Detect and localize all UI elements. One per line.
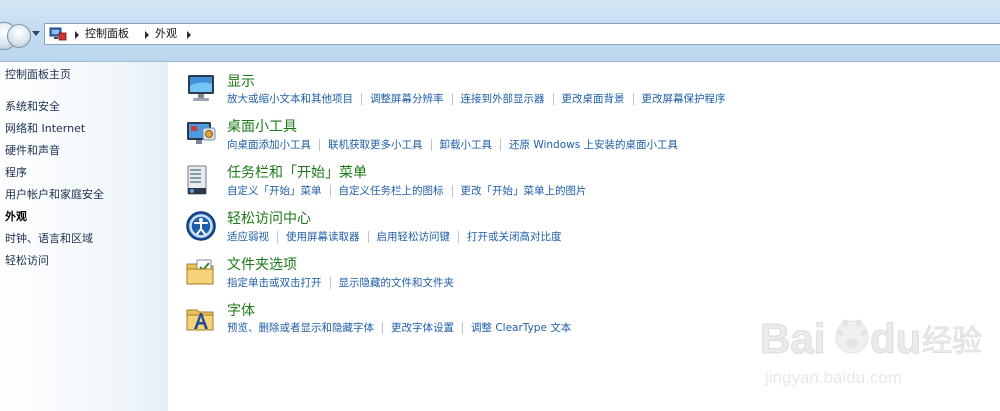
recent-pages-dropdown-icon[interactable]: [32, 31, 40, 36]
task-link[interactable]: 自定义任务栏上的图标: [339, 185, 444, 198]
breadcrumb-chevron-icon[interactable]: [187, 31, 191, 39]
nav-item-programs[interactable]: 程序: [5, 166, 27, 180]
task-link[interactable]: 向桌面添加小工具: [227, 139, 311, 152]
task-link[interactable]: 更改字体设置: [391, 322, 454, 335]
separator: [367, 231, 369, 243]
watermark-brand-du: du: [870, 315, 921, 362]
task-link[interactable]: 更改屏幕保护程序: [642, 93, 726, 106]
separator: [552, 93, 554, 105]
nav-item-user-accounts[interactable]: 用户帐户和家庭安全: [5, 188, 104, 202]
gadgets-icon: [187, 122, 216, 144]
category-title-fonts[interactable]: 字体: [227, 303, 255, 320]
task-link[interactable]: 调整屏幕分辨率: [370, 93, 444, 106]
task-link[interactable]: 联机获取更多小工具: [328, 139, 423, 152]
breadcrumb-chevron-icon[interactable]: [145, 31, 149, 39]
separator: [430, 139, 432, 151]
task-link[interactable]: 启用轻松访问键: [377, 231, 451, 244]
task-link[interactable]: 自定义「开始」菜单: [227, 185, 322, 198]
task-row-fonts: 预览、删除或者显示和隐藏字体 更改字体设置 调整 ClearType 文本: [227, 322, 571, 336]
separator: [451, 185, 453, 197]
category-title-display[interactable]: 显示: [227, 74, 255, 91]
fonts-icon: [186, 309, 214, 331]
paw-icon: [835, 319, 869, 354]
nav-control-panel-home[interactable]: 控制面板主页: [5, 68, 71, 82]
task-link[interactable]: 指定单击或双击打开: [227, 277, 322, 290]
baidu-jingyan-watermark: Bai du 经验 jingyan.baidu.com: [760, 315, 982, 388]
breadcrumb-chevron-icon[interactable]: [75, 31, 79, 39]
title-chrome: 控制面板 外观: [0, 0, 1000, 62]
nav-item-hardware-sound[interactable]: 硬件和声音: [5, 144, 60, 158]
task-link[interactable]: 显示隐藏的文件和文件夹: [339, 277, 455, 290]
task-row-display: 放大或缩小文本和其他项目 调整屏幕分辨率 连接到外部显示器 更改桌面背景 更改屏幕保护程…: [227, 93, 726, 107]
forward-button[interactable]: [7, 24, 31, 48]
separator: [500, 139, 501, 151]
nav-item-system-security[interactable]: 系统和安全: [5, 100, 60, 114]
task-row-gadgets: 向桌面添加小工具 联机获取更多小工具 卸载小工具 还原 Windows 上安装的桌面小…: [227, 139, 678, 153]
task-link[interactable]: 使用屏幕读取器: [286, 231, 360, 244]
separator: [632, 93, 634, 105]
separator: [361, 93, 362, 105]
taskbar-icon: [187, 165, 207, 195]
separator: [462, 322, 463, 334]
task-link[interactable]: 更改桌面背景: [562, 93, 625, 106]
category-title-ease-of-access[interactable]: 轻松访问中心: [227, 211, 311, 228]
category-title-gadgets[interactable]: 桌面小工具: [227, 119, 297, 136]
separator: [382, 322, 383, 334]
task-row-folder-options: 指定单击或双击打开 显示隐藏的文件和文件夹: [227, 277, 454, 291]
category-title-folder-options[interactable]: 文件夹选项: [227, 257, 297, 274]
separator: [451, 93, 453, 105]
watermark-url: jingyan.baidu.com: [764, 368, 902, 387]
breadcrumb-control-panel[interactable]: 控制面板: [85, 27, 129, 41]
address-bar[interactable]: 控制面板 外观: [44, 23, 1000, 45]
task-link[interactable]: 连接到外部显示器: [461, 93, 545, 106]
folder-options-icon: [186, 259, 214, 285]
task-link[interactable]: 卸载小工具: [440, 139, 493, 152]
task-link[interactable]: 打开或关闭高对比度: [467, 231, 562, 244]
task-link[interactable]: 适应弱视: [227, 231, 269, 244]
ease-of-access-icon: [186, 211, 216, 241]
separator: [329, 277, 331, 289]
separator: [319, 139, 320, 151]
nav-item-clock-language-region[interactable]: 时钟、语言和区域: [5, 232, 93, 246]
breadcrumb-appearance[interactable]: 外观: [155, 27, 177, 41]
category-title-taskbar[interactable]: 任务栏和「开始」菜单: [227, 165, 367, 182]
task-link[interactable]: 更改「开始」菜单上的图片: [461, 185, 587, 198]
nav-item-appearance[interactable]: 外观: [5, 210, 27, 224]
control-panel-icon: [49, 27, 67, 41]
task-row-ease-of-access: 适应弱视 使用屏幕读取器 启用轻松访问键 打开或关闭高对比度: [227, 231, 562, 245]
watermark-brand: Bai: [760, 315, 825, 362]
monitor-icon: [188, 75, 214, 101]
task-link[interactable]: 放大或缩小文本和其他项目: [227, 93, 353, 106]
separator: [277, 231, 278, 243]
left-nav-pane: 控制面板主页 系统和安全 网络和 Internet 硬件和声音 程序 用户帐户和…: [0, 62, 168, 411]
task-link[interactable]: 还原 Windows 上安装的桌面小工具: [509, 139, 678, 152]
task-row-taskbar: 自定义「开始」菜单 自定义任务栏上的图标 更改「开始」菜单上的图片: [227, 185, 587, 199]
separator: [458, 231, 459, 243]
separator: [329, 185, 331, 197]
nav-item-ease-of-access[interactable]: 轻松访问: [5, 254, 49, 268]
nav-item-network-internet[interactable]: 网络和 Internet: [5, 122, 85, 136]
task-link[interactable]: 预览、删除或者显示和隐藏字体: [227, 322, 374, 335]
task-link[interactable]: 调整 ClearType 文本: [471, 322, 571, 335]
watermark-cn: 经验: [922, 324, 982, 359]
